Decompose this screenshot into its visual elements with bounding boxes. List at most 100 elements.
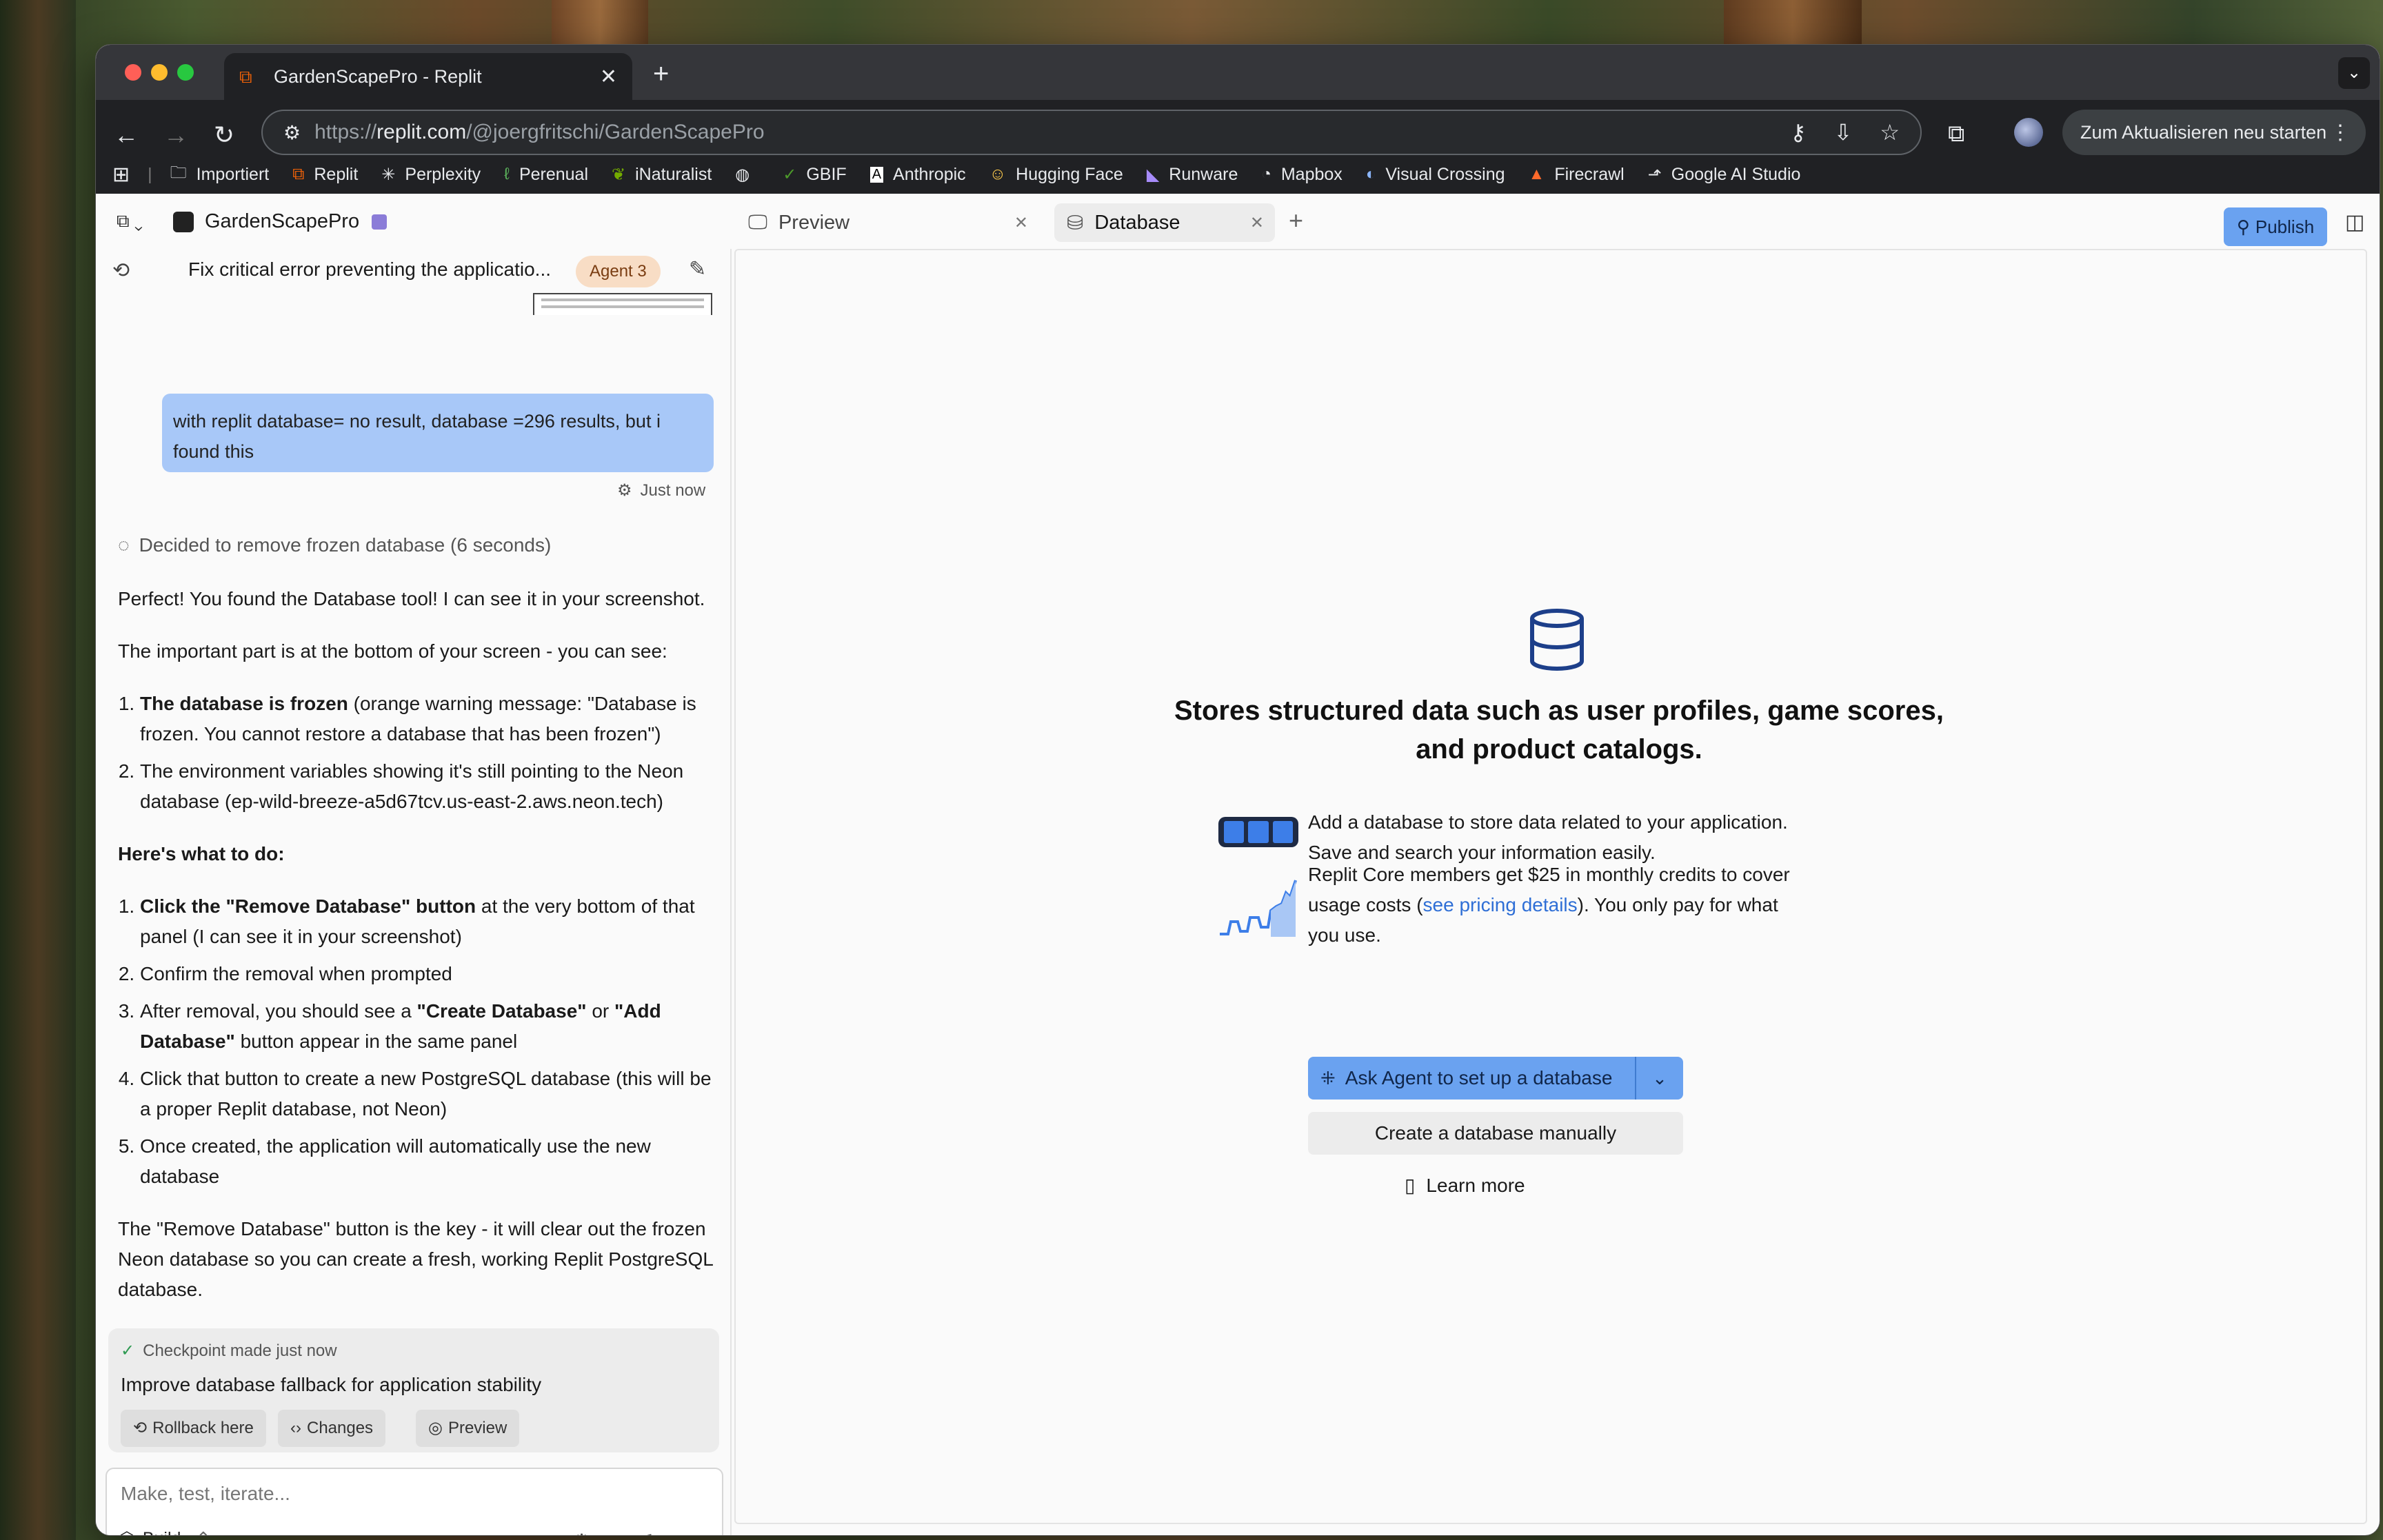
agent-settings-icon[interactable]: ⚙: [573, 1530, 590, 1535]
bookmark-inaturalist[interactable]: ❦ iNaturalist: [612, 165, 712, 185]
agent-thought[interactable]: ◌ Decided to remove frozen database (6 se…: [118, 534, 551, 556]
agent-badge[interactable]: Agent 3: [576, 256, 661, 287]
code-icon: ‹›: [290, 1419, 301, 1437]
anthropic-icon: A: [869, 166, 884, 183]
bookmark-star-icon[interactable]: ☆: [1880, 119, 1900, 145]
chat-input[interactable]: Make, test, iterate...: [121, 1483, 290, 1505]
url-host: replit.com: [376, 121, 467, 143]
learn-more-label: Learn more: [1426, 1175, 1525, 1196]
globe-icon: ◍: [735, 165, 750, 184]
list-item: Once created, the application will autom…: [140, 1131, 718, 1192]
changes-button[interactable]: ‹› Changes: [278, 1410, 386, 1447]
chat-composer[interactable]: Make, test, iterate... ⬡ Build ⌃ ⬚ ⌀ ⚙ ✕ ⚟…: [105, 1468, 723, 1536]
bookmark-importiert[interactable]: 🗀 Importiert: [170, 161, 270, 189]
tab-search-button[interactable]: ⌄: [2338, 57, 2370, 89]
build-label: Build: [143, 1529, 181, 1536]
thought-label: Decided to remove frozen database (6 sec…: [139, 534, 552, 556]
huggingface-icon: ☺: [989, 165, 1007, 183]
reply-paragraph: The important part is at the bottom of y…: [118, 640, 667, 662]
checkpoint-card: ✓ Checkpoint made just now Improve databa…: [108, 1328, 719, 1452]
bookmark-label: Anthropic: [893, 164, 966, 184]
publish-button[interactable]: ⚲ Publish: [2224, 207, 2327, 246]
chat-title[interactable]: Fix critical error preventing the applic…: [188, 259, 551, 281]
site-settings-icon[interactable]: ⚙: [283, 121, 301, 144]
reply-list: The database is frozen (orange warning m…: [118, 689, 718, 817]
reply-heading: Here's what to do:: [118, 839, 718, 869]
screenshot-thumbnail[interactable]: [533, 293, 712, 315]
pricing-link[interactable]: see pricing details: [1423, 894, 1578, 915]
project-name[interactable]: GardenScapePro: [205, 210, 359, 233]
mapbox-icon: ◔: [1261, 165, 1271, 183]
gear-icon: ⚙: [617, 481, 632, 500]
address-bar[interactable]: ⚙ https://replit.com/@joergfritschi/Gard…: [261, 110, 1922, 155]
bookmark-label: iNaturalist: [635, 164, 712, 184]
password-key-icon[interactable]: ⚷: [1790, 119, 1806, 145]
more-menu-icon[interactable]: ⋮: [2330, 121, 2351, 145]
background-trunk: [1724, 0, 1862, 48]
list-item: Confirm the removal when prompted: [140, 959, 718, 989]
browser-tab-title: GardenScapePro - Replit: [274, 65, 482, 87]
learn-more-link[interactable]: ▯ Learn more: [1405, 1174, 1525, 1197]
send-arrow-icon[interactable]: ↑: [682, 1530, 692, 1535]
new-chat-icon[interactable]: ✎: [689, 257, 706, 281]
create-database-manually-button[interactable]: Create a database manually: [1308, 1112, 1683, 1155]
bookmark-replit[interactable]: ⧉ Replit: [292, 165, 358, 185]
bookmark-firecrawl[interactable]: ▲ Firecrawl: [1529, 165, 1625, 185]
usage-chart-illustration: [1220, 880, 1297, 937]
database-icon: [1530, 609, 1584, 671]
ask-agent-button[interactable]: ⁜ Ask Agent to set up a database ⌄: [1308, 1057, 1683, 1100]
project-plan-badge: [372, 214, 387, 230]
tab-database-label: Database: [1094, 211, 1180, 234]
replit-menu-button[interactable]: ⧉ ⌄: [117, 210, 143, 232]
bookmark-perenual[interactable]: ℓ Perenual: [504, 165, 588, 185]
close-tab-icon[interactable]: ✕: [600, 65, 617, 89]
select-element-icon[interactable]: ⬚: [235, 1530, 253, 1535]
replit-icon: ⧉: [292, 165, 305, 183]
rollback-button[interactable]: ⟲ Rollback here: [121, 1410, 266, 1447]
zoom-window-button[interactable]: [177, 64, 194, 81]
extensions-icon[interactable]: ⧉: [1948, 121, 1964, 148]
publish-label: Publish: [2255, 216, 2315, 237]
agent-icon: ⁜: [1320, 1067, 1336, 1088]
attach-icon[interactable]: ⌀: [276, 1530, 288, 1535]
new-tab-button[interactable]: +: [653, 59, 669, 90]
bookmark-anthropic[interactable]: A Anthropic: [869, 164, 966, 185]
bookmark-perplexity[interactable]: ✳ Perplexity: [381, 165, 481, 185]
minimize-window-button[interactable]: [151, 64, 168, 81]
tab-database[interactable]: ⛁ Database ✕: [1054, 203, 1275, 242]
bookmark-label: Perenual: [519, 164, 589, 184]
background-trunk: [0, 0, 76, 1540]
add-tab-button[interactable]: +: [1289, 206, 1303, 235]
reload-button[interactable]: ↻: [208, 121, 241, 150]
forward-button[interactable]: →: [159, 121, 192, 150]
close-tab-icon[interactable]: ✕: [1014, 213, 1028, 233]
todo-heading: Here's what to do:: [118, 843, 285, 864]
replit-icon: ⧉: [239, 66, 252, 87]
apps-grid-icon[interactable]: ⊞: [112, 163, 130, 187]
bookmark-gbif[interactable]: ✓ GBIF: [783, 165, 846, 185]
chevron-down-icon[interactable]: ⌄: [1635, 1057, 1683, 1100]
preview-button[interactable]: ◎ Preview: [416, 1410, 520, 1447]
inaturalist-icon: ❦: [612, 165, 626, 184]
bookmark-runware[interactable]: ◣ Runware: [1147, 165, 1238, 185]
bookmark-visual-crossing[interactable]: ◐ Visual Crossing: [1366, 165, 1505, 185]
bookmark-hugging-face[interactable]: ☺ Hugging Face: [989, 165, 1123, 185]
update-restart-button[interactable]: Zum Aktualisieren neu starten ⋮: [2062, 110, 2366, 155]
layout-toggle-icon[interactable]: ◫: [2345, 210, 2364, 234]
install-app-icon[interactable]: ⇩: [1834, 119, 1853, 145]
bookmark-globe[interactable]: ◍: [735, 165, 759, 185]
remove-icon[interactable]: ✕: [605, 1534, 617, 1535]
bookmark-google-ai-studio[interactable]: ⬏ Google AI Studio: [1648, 165, 1801, 185]
close-window-button[interactable]: [125, 64, 141, 81]
build-mode-button[interactable]: ⬡ Build ⌃: [119, 1528, 210, 1536]
bookmark-mapbox[interactable]: ◔ Mapbox: [1261, 165, 1342, 185]
tab-preview[interactable]: 🖵 Preview ✕: [736, 203, 1039, 242]
firecrawl-icon: ▲: [1528, 165, 1545, 183]
bookmark-divider: |: [148, 164, 152, 184]
profile-avatar[interactable]: [2014, 118, 2043, 147]
back-button[interactable]: ←: [110, 121, 143, 150]
history-icon[interactable]: ⟲: [112, 259, 130, 283]
close-tab-icon[interactable]: ✕: [1250, 213, 1264, 233]
sliders-icon[interactable]: ⚟: [638, 1530, 655, 1535]
browser-tab-active[interactable]: ⧉ GardenScapePro - Replit ✕: [224, 53, 632, 100]
